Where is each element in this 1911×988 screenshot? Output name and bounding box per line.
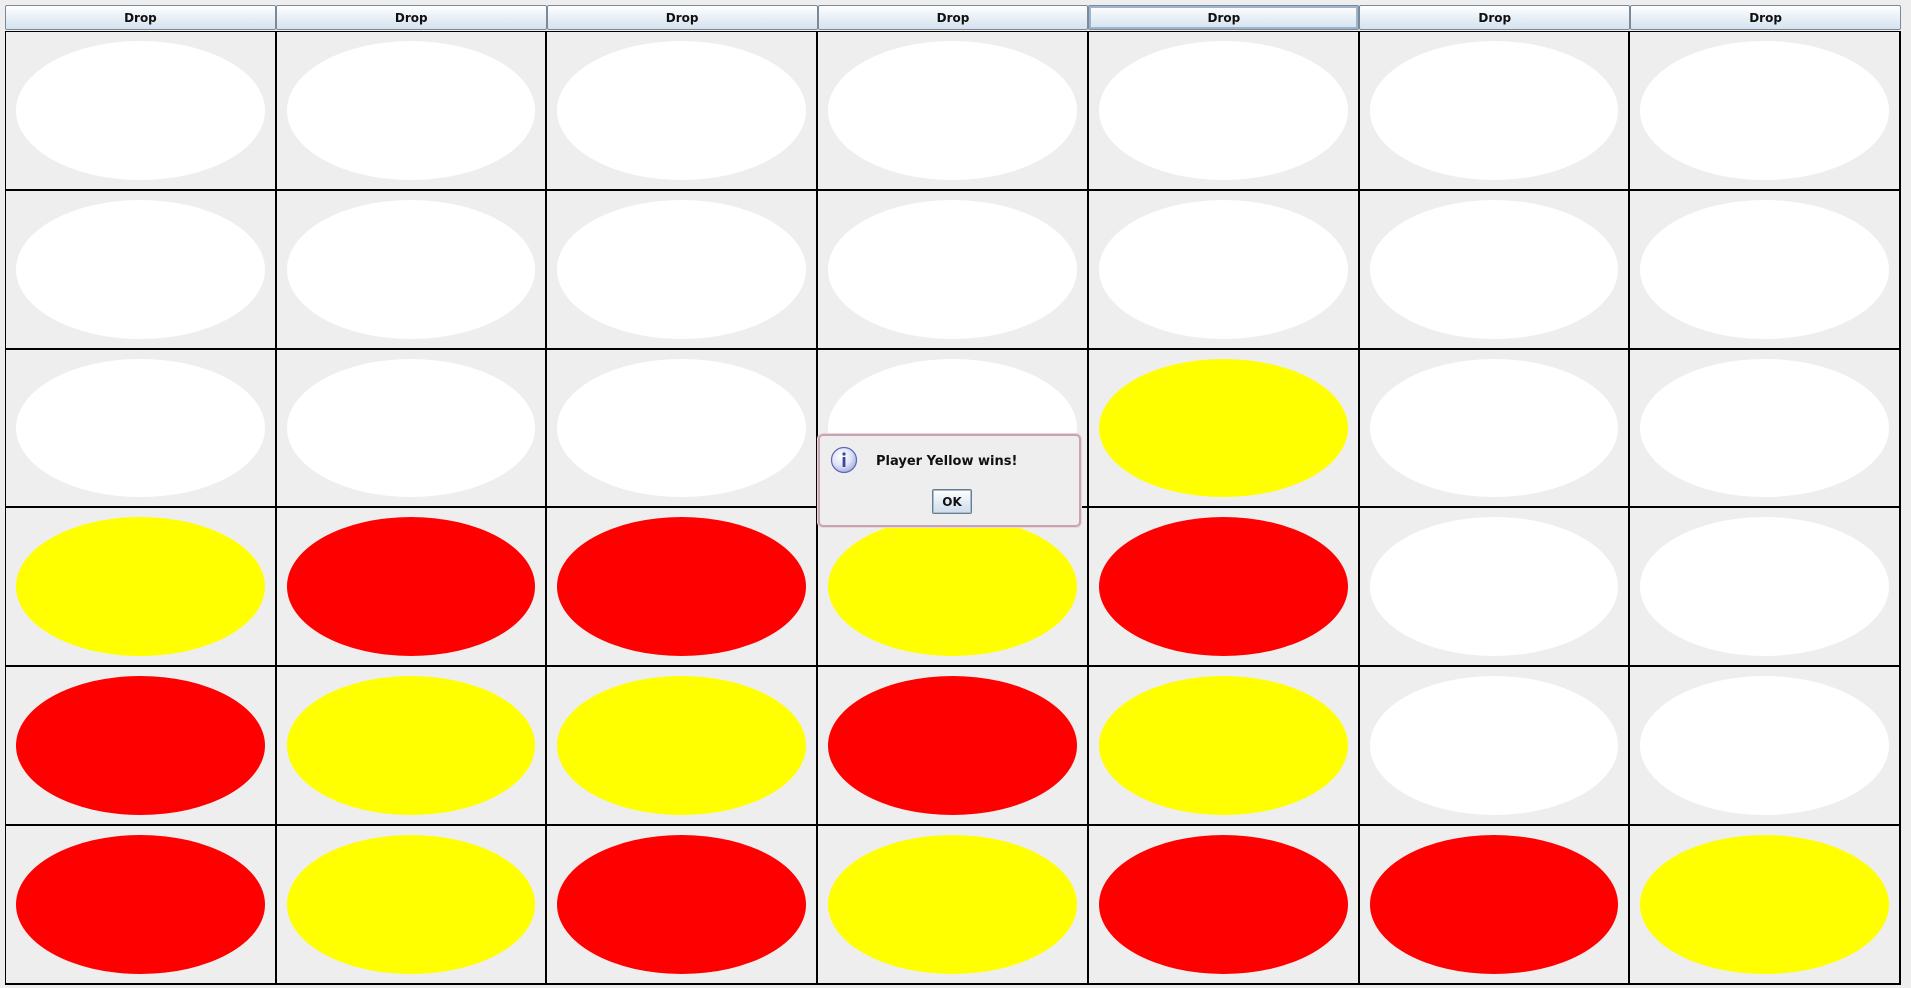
board-cell (1088, 667, 1360, 827)
empty-slot (1369, 676, 1619, 816)
board-cell (6, 190, 277, 350)
info-icon (830, 446, 858, 474)
empty-slot (1369, 517, 1619, 657)
drop-button-col-5[interactable]: Drop (1088, 5, 1360, 30)
board-cell (1088, 32, 1360, 191)
board-cell (818, 826, 1089, 985)
board-cell (1359, 190, 1631, 350)
game-window: Drop Drop Drop Drop Drop Drop Drop Player Yell… (0, 0, 1911, 988)
yellow-disc (828, 835, 1077, 974)
red-disc (1098, 517, 1348, 657)
empty-slot (828, 41, 1077, 180)
drop-button-col-6[interactable]: Drop (1359, 5, 1631, 30)
board-cell (276, 667, 548, 827)
board-cell (276, 190, 548, 350)
board-cell (276, 508, 548, 668)
yellow-disc (16, 517, 265, 657)
board-cell (1088, 349, 1360, 509)
board-cell (547, 508, 819, 668)
empty-slot (557, 41, 807, 180)
red-disc (16, 676, 265, 816)
board-cell (818, 667, 1089, 827)
ok-button[interactable]: OK (932, 489, 972, 514)
board-cell (1359, 349, 1631, 509)
yellow-disc (286, 676, 536, 816)
board-cell (1630, 826, 1901, 985)
red-disc (557, 517, 807, 657)
empty-slot (1640, 41, 1889, 180)
empty-slot (16, 199, 265, 339)
drop-button-col-7[interactable]: Drop (1630, 5, 1902, 30)
drop-button-bar: Drop Drop Drop Drop Drop Drop Drop (5, 5, 1902, 30)
board-cell (1630, 508, 1901, 668)
empty-slot (286, 199, 536, 339)
board-cell (547, 190, 819, 350)
win-message-dialog: Player Yellow wins! OK (818, 434, 1081, 527)
drop-button-col-4[interactable]: Drop (817, 5, 1089, 30)
board-cell (1630, 667, 1901, 827)
empty-slot (286, 358, 536, 498)
empty-slot (1640, 517, 1889, 657)
board-cell (1630, 190, 1901, 350)
board-cell (818, 508, 1089, 668)
empty-slot (1098, 199, 1348, 339)
yellow-disc (286, 835, 536, 974)
board-cell (1088, 826, 1360, 985)
yellow-disc (1098, 358, 1348, 498)
red-disc (828, 676, 1077, 816)
board-cell (276, 32, 548, 191)
yellow-disc (828, 517, 1077, 657)
board-cell (547, 349, 819, 509)
dialog-message: Player Yellow wins! (876, 454, 1018, 469)
board-cell (276, 349, 548, 509)
empty-slot (828, 199, 1077, 339)
yellow-disc (557, 676, 807, 816)
empty-slot (1369, 41, 1619, 180)
board-cell (547, 667, 819, 827)
board-cell (1630, 349, 1901, 509)
empty-slot (557, 358, 807, 498)
red-disc (1098, 835, 1348, 974)
board-cell (6, 349, 277, 509)
board-cell (1359, 32, 1631, 191)
empty-slot (557, 199, 807, 339)
red-disc (1369, 835, 1619, 974)
board-cell (1088, 190, 1360, 350)
empty-slot (1640, 358, 1889, 498)
board-cell (547, 32, 819, 191)
board-cell (6, 32, 277, 191)
board-cell (1088, 508, 1360, 668)
board-cell (818, 190, 1089, 350)
board-cell (1359, 667, 1631, 827)
board-cell (1359, 826, 1631, 985)
board-cell (276, 826, 548, 985)
board-cell (1359, 508, 1631, 668)
board-cell (6, 508, 277, 668)
drop-button-col-3[interactable]: Drop (546, 5, 818, 30)
drop-button-col-2[interactable]: Drop (275, 5, 547, 30)
board-cell (547, 826, 819, 985)
empty-slot (1098, 41, 1348, 180)
empty-slot (1369, 358, 1619, 498)
empty-slot (16, 358, 265, 498)
board-cell (6, 826, 277, 985)
red-disc (557, 835, 807, 974)
red-disc (286, 517, 536, 657)
red-disc (16, 835, 265, 974)
yellow-disc (1098, 676, 1348, 816)
empty-slot (16, 41, 265, 180)
drop-button-col-1[interactable]: Drop (5, 5, 276, 30)
board-cell (6, 667, 277, 827)
empty-slot (286, 41, 536, 180)
empty-slot (1640, 199, 1889, 339)
yellow-disc (1640, 835, 1889, 974)
empty-slot (1369, 199, 1619, 339)
board-cell (818, 32, 1089, 191)
board-cell (1630, 32, 1901, 191)
empty-slot (1640, 676, 1889, 816)
